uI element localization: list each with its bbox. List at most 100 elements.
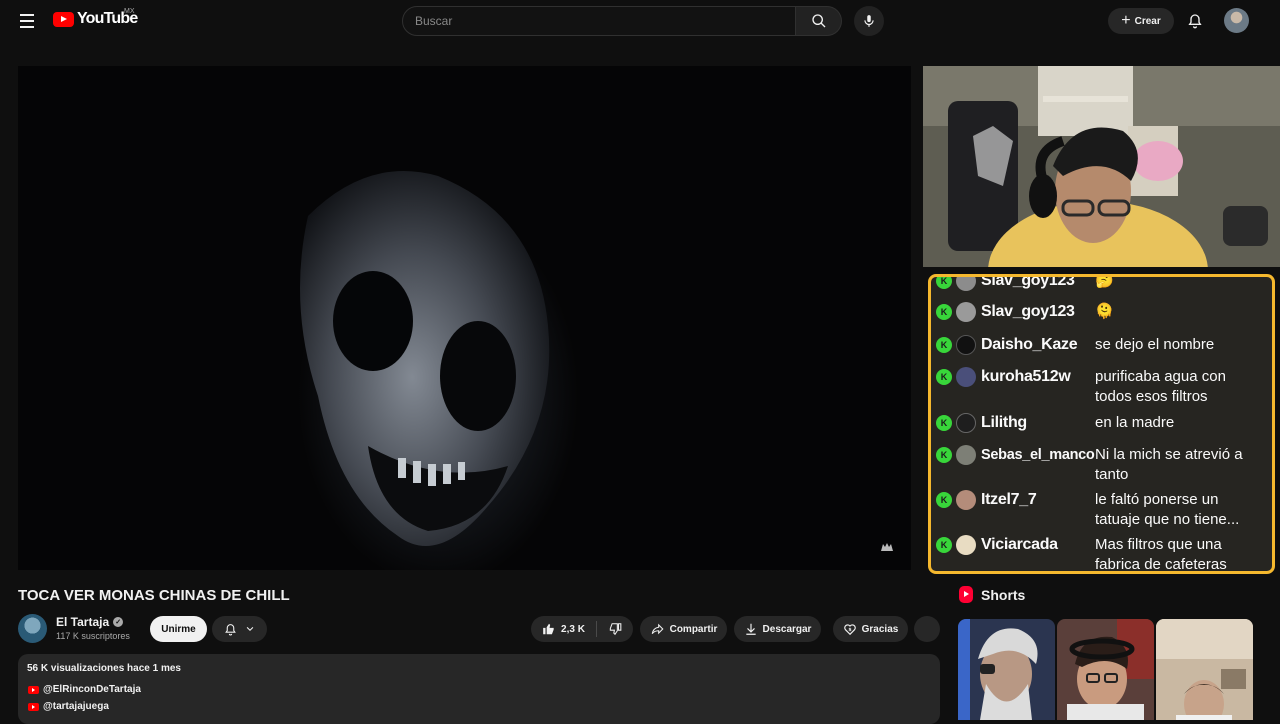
short-thumbnail[interactable] (1057, 619, 1154, 720)
badge-icon: K (936, 492, 952, 508)
chat-text: 🤔 (1095, 274, 1114, 289)
chat-username: Viciarcada (981, 536, 1058, 553)
badge-icon: K (936, 337, 952, 353)
like-count[interactable]: 2,3 K (561, 624, 585, 635)
webcam-overlay (923, 66, 1280, 267)
create-button[interactable]: + Crear (1108, 8, 1174, 34)
subscriber-count: 117 K suscriptores (56, 631, 130, 641)
badge-icon: K (936, 304, 952, 320)
channel-link-text[interactable]: @ElRinconDeTartaja (43, 684, 141, 695)
join-button[interactable]: Unirme (150, 616, 207, 642)
badge-icon: K (936, 415, 952, 431)
thanks-button[interactable]: $ Gracias (833, 616, 908, 642)
chat-message: K Lilithg en la madre (936, 412, 1271, 434)
chat-text: en la madre (1095, 414, 1175, 431)
short-thumbnail-image (1057, 619, 1154, 720)
voice-search-button[interactable] (854, 6, 884, 36)
search-icon (811, 14, 825, 28)
video-player[interactable] (18, 66, 911, 570)
youtube-logo-icon (53, 11, 74, 27)
badge-icon: K (936, 537, 952, 553)
badge-icon: K (936, 447, 952, 463)
download-icon (745, 623, 756, 635)
chat-avatar (956, 277, 976, 291)
chat-message: K Viciarcada Mas filtros que una fabrica… (936, 534, 1271, 573)
thanks-label: Gracias (861, 623, 899, 635)
video-title: TOCA VER MONAS CHINAS DE CHILL (18, 587, 290, 604)
chat-message: K Itzel7_7 le faltó ponerse un tatuaje q… (936, 489, 1271, 530)
like-icon[interactable] (542, 622, 556, 636)
chat-message: K Sebas_el_manco Ni la mich se atrevió a… (936, 444, 1271, 485)
description-link[interactable]: @tartajajuega (28, 701, 109, 712)
channel-name[interactable]: El Tartaja (56, 615, 109, 629)
notifications-button[interactable] (1182, 8, 1208, 34)
share-button[interactable]: Compartir (640, 616, 727, 642)
webcam-image (923, 66, 1280, 267)
description-box[interactable]: 56 K visualizaciones hace 1 mes @ElRinco… (18, 654, 940, 724)
chat-username: Slav_goy123 (981, 303, 1075, 320)
horror-face-image (300, 171, 550, 546)
chat-text: Mas filtros que una fabrica de cafeteras (1095, 536, 1227, 573)
chat-username: Slav_goy123 (981, 274, 1075, 289)
description-link[interactable]: @ElRinconDeTartaja (28, 684, 141, 695)
video-frame (18, 66, 911, 570)
chat-username: Lilithg (981, 414, 1027, 431)
top-bar: YouTube MX + Crear (0, 0, 1280, 42)
chat-username: Sebas_el_manco (981, 447, 1095, 463)
chat-username: Itzel7_7 (981, 491, 1037, 508)
channel-link-text[interactable]: @tartajajuega (43, 701, 109, 712)
youtube-logo[interactable]: YouTube MX (53, 8, 138, 28)
short-thumbnail-image (958, 619, 1055, 720)
verified-icon: ✓ (113, 617, 124, 627)
chat-text: 🫠 (1095, 303, 1114, 320)
download-button[interactable]: Descargar (734, 616, 821, 642)
chat-username: Daisho_Kaze (981, 336, 1078, 353)
mic-icon (864, 15, 874, 27)
dislike-icon[interactable] (608, 622, 622, 636)
bell-icon (1188, 14, 1202, 29)
short-thumbnail[interactable] (1156, 619, 1253, 720)
channel-avatar[interactable] (18, 614, 47, 643)
badge-icon: K (936, 369, 952, 385)
watermark-icon (881, 543, 893, 551)
divider (595, 621, 597, 637)
like-dislike-group: 2,3 K (531, 616, 633, 642)
youtube-mini-icon (28, 685, 39, 694)
chat-avatar (956, 535, 976, 555)
menu-icon[interactable] (14, 8, 40, 34)
chat-text: Ni la mich se atrevió a tanto (1095, 446, 1243, 483)
more-actions-button[interactable] (914, 616, 940, 642)
short-thumbnail[interactable] (958, 619, 1055, 720)
avatar[interactable] (1224, 8, 1249, 33)
search-button[interactable] (796, 6, 842, 36)
share-icon (651, 623, 664, 635)
badge-icon: K (936, 277, 952, 289)
chat-message: K Daisho_Kaze se dejo el nombre (936, 334, 1271, 356)
thanks-heart-icon: $ (843, 624, 856, 636)
shorts-title: Shorts (981, 586, 1026, 603)
country-code: MX (124, 8, 135, 15)
chat-avatar (956, 445, 976, 465)
chat-username: kuroha512w (981, 368, 1071, 385)
short-thumbnail-image (1156, 619, 1253, 720)
svg-text:$: $ (848, 627, 851, 633)
chevron-down-icon (246, 626, 254, 631)
shorts-icon (959, 586, 973, 603)
chat-overlay: K Slav_goy123 🤔 K Slav_goy123 🫠 K Daisho… (928, 274, 1275, 574)
chat-avatar (956, 367, 976, 387)
chat-avatar (956, 335, 976, 355)
channel-name-row[interactable]: El Tartaja ✓ (56, 615, 124, 629)
chat-message: K Slav_goy123 🤔 (936, 274, 1271, 292)
chat-avatar (956, 413, 976, 433)
view-stats: 56 K visualizaciones hace 1 mes (27, 663, 181, 674)
search-input[interactable] (403, 7, 795, 35)
subscription-bell-button[interactable] (212, 616, 267, 642)
shorts-header: Shorts (959, 586, 1025, 603)
chat-message: K kuroha512w purificaba agua con todos e… (936, 366, 1271, 407)
chat-message: K Slav_goy123 🫠 (936, 301, 1271, 323)
chat-text: purificaba agua con todos esos filtros (1095, 368, 1226, 405)
youtube-mini-icon (28, 702, 39, 711)
create-label: Crear (1134, 15, 1161, 27)
share-label: Compartir (669, 623, 718, 635)
chat-text: se dejo el nombre (1095, 336, 1215, 353)
